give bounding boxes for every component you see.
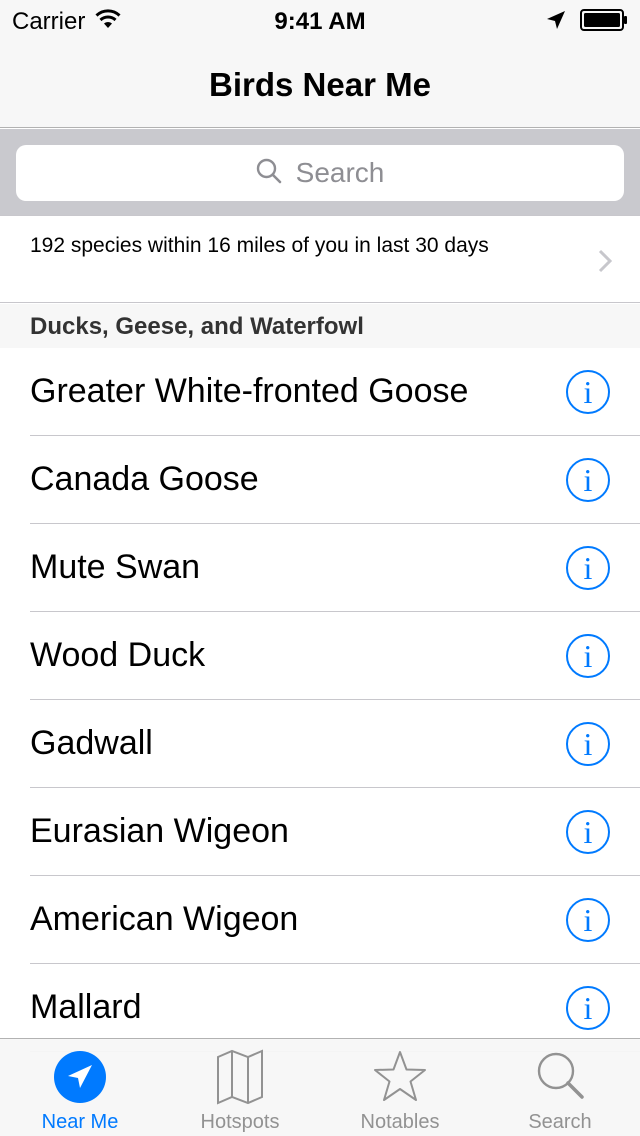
info-button[interactable]: i bbox=[566, 986, 610, 1030]
location-arrow-icon bbox=[546, 10, 566, 35]
chevron-right-icon bbox=[598, 249, 613, 278]
tab-near-me[interactable]: Near Me bbox=[0, 1039, 160, 1136]
tab-notables[interactable]: Notables bbox=[320, 1039, 480, 1136]
search-icon bbox=[256, 158, 282, 189]
section-header: Ducks, Geese, and Waterfowl bbox=[0, 304, 640, 348]
tab-hotspots[interactable]: Hotspots bbox=[160, 1039, 320, 1136]
status-bar: Carrier 9:41 AM bbox=[0, 0, 640, 40]
bird-name: Eurasian Wigeon bbox=[30, 812, 289, 850]
species-summary-row[interactable]: 192 species within 16 miles of you in la… bbox=[0, 215, 640, 303]
list-item[interactable]: Gadwall i bbox=[0, 700, 640, 788]
info-button[interactable]: i bbox=[566, 370, 610, 414]
list-item[interactable]: Eurasian Wigeon i bbox=[0, 788, 640, 876]
bird-name: Mallard bbox=[30, 988, 142, 1026]
search-input[interactable]: Search bbox=[16, 145, 624, 201]
info-button[interactable]: i bbox=[566, 634, 610, 678]
info-button[interactable]: i bbox=[566, 458, 610, 502]
bird-list: Greater White-fronted Goose i Canada Goo… bbox=[0, 348, 640, 1052]
tab-label: Notables bbox=[360, 1111, 440, 1133]
map-icon bbox=[210, 1049, 270, 1105]
search-bar: Search bbox=[0, 129, 640, 215]
info-button[interactable]: i bbox=[566, 546, 610, 590]
star-icon bbox=[370, 1049, 430, 1105]
tab-label: Hotspots bbox=[200, 1111, 280, 1133]
section-title: Ducks, Geese, and Waterfowl bbox=[30, 313, 364, 340]
bird-name: Canada Goose bbox=[30, 460, 259, 498]
tab-bar: Near Me Hotspots Notables Search bbox=[0, 1038, 640, 1136]
list-item[interactable]: Greater White-fronted Goose i bbox=[0, 348, 640, 436]
search-placeholder: Search bbox=[295, 157, 385, 188]
list-item[interactable]: Mute Swan i bbox=[0, 524, 640, 612]
bird-name: Greater White-fronted Goose bbox=[30, 372, 469, 410]
status-time: 9:41 AM bbox=[274, 8, 366, 35]
status-right bbox=[546, 9, 628, 36]
info-button[interactable]: i bbox=[566, 898, 610, 942]
info-button[interactable]: i bbox=[566, 722, 610, 766]
list-item[interactable]: Wood Duck i bbox=[0, 612, 640, 700]
battery-full-icon bbox=[580, 9, 628, 36]
tab-label: Near Me bbox=[41, 1111, 119, 1133]
species-summary-text: 192 species within 16 miles of you in la… bbox=[30, 234, 489, 257]
list-item[interactable]: American Wigeon i bbox=[0, 876, 640, 964]
bird-name: American Wigeon bbox=[30, 900, 299, 938]
bird-name: Gadwall bbox=[30, 724, 153, 762]
bird-name: Wood Duck bbox=[30, 636, 206, 674]
location-icon bbox=[50, 1049, 110, 1105]
tab-label: Search bbox=[528, 1111, 592, 1133]
page-title: Birds Near Me bbox=[209, 66, 431, 103]
navigation-bar: Birds Near Me bbox=[0, 40, 640, 128]
tab-search[interactable]: Search bbox=[480, 1039, 640, 1136]
search-icon bbox=[530, 1049, 590, 1105]
info-button[interactable]: i bbox=[566, 810, 610, 854]
bird-name: Mute Swan bbox=[30, 548, 201, 586]
list-item[interactable]: Canada Goose i bbox=[0, 436, 640, 524]
